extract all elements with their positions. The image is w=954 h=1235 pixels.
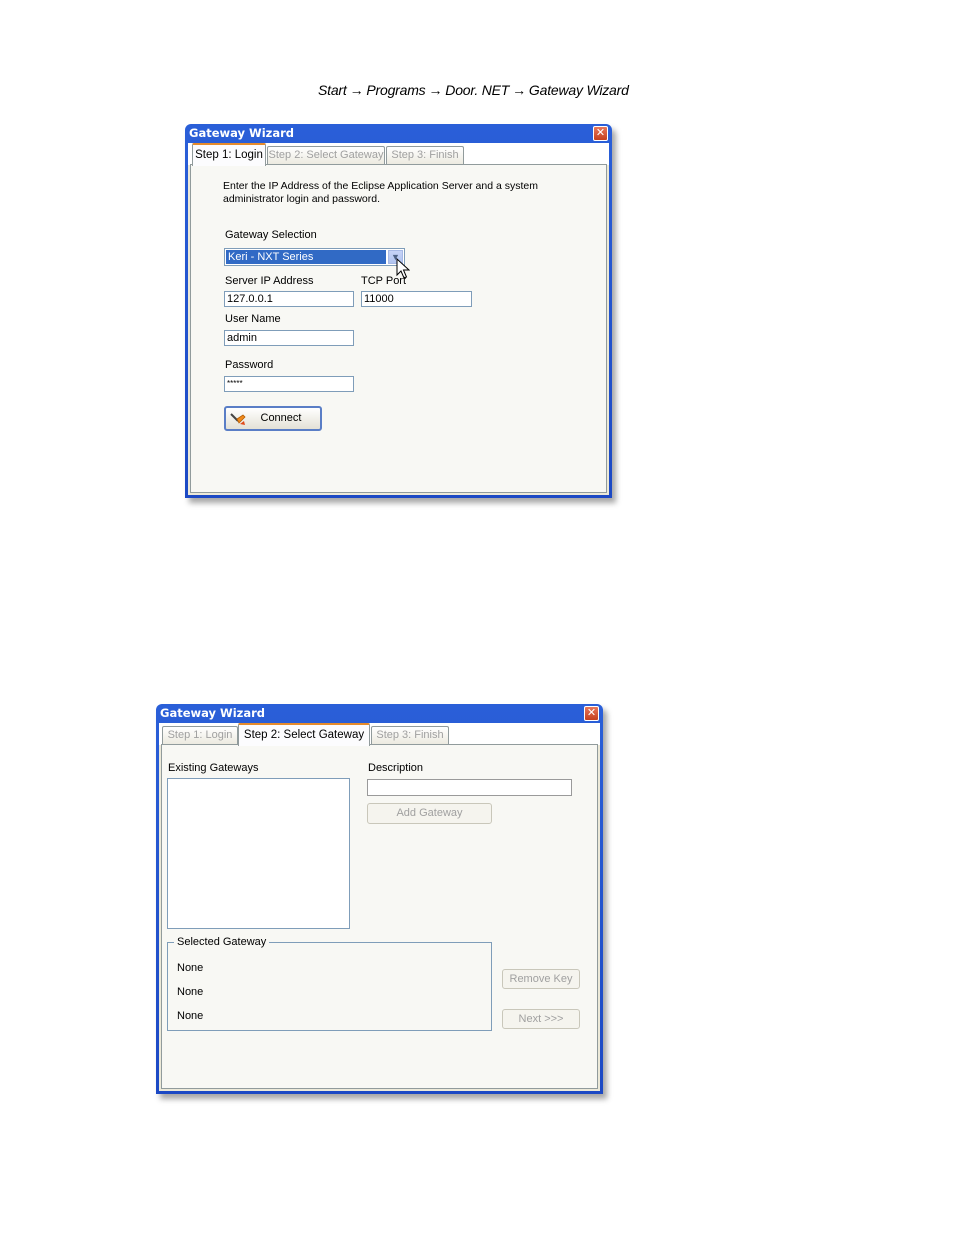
existing-gateways-list[interactable] bbox=[167, 778, 350, 929]
window-titlebar[interactable]: Gateway Wizard ✕ bbox=[188, 124, 609, 143]
selected-gateway-line-3: None bbox=[177, 1010, 204, 1022]
close-icon[interactable]: ✕ bbox=[584, 706, 599, 721]
description-label: Description bbox=[368, 762, 424, 774]
path-gateway-wizard: Gateway Wizard bbox=[528, 82, 629, 98]
gateway-wizard-login-window: Gateway Wizard ✕ Step 1: Login Step 2: S… bbox=[185, 124, 612, 498]
window-title: Gateway Wizard bbox=[160, 706, 266, 720]
tab-page-login: Enter the IP Address of the Eclipse Appl… bbox=[190, 164, 607, 493]
tcp-port-input[interactable] bbox=[361, 291, 472, 307]
tab-step1-login[interactable]: Step 1: Login bbox=[162, 726, 238, 744]
connect-button-label: Connect bbox=[260, 412, 302, 424]
remove-key-button[interactable]: Remove Key bbox=[502, 969, 580, 989]
server-ip-input[interactable] bbox=[224, 291, 354, 307]
tcp-port-label: TCP Port bbox=[361, 275, 407, 287]
server-ip-label: Server IP Address bbox=[225, 275, 314, 287]
tab-page-select-gateway: Existing Gateways Description Add Gatewa… bbox=[161, 744, 598, 1089]
window-client: Step 1: Login Step 2: Select Gateway Ste… bbox=[159, 723, 600, 1091]
connect-button[interactable]: Connect bbox=[224, 406, 322, 431]
next-button[interactable]: Next >>> bbox=[502, 1009, 580, 1029]
username-input[interactable] bbox=[224, 330, 354, 346]
password-input[interactable] bbox=[224, 376, 354, 392]
description-input[interactable] bbox=[367, 779, 572, 796]
gateway-selection-dropdown[interactable]: Keri - NXT Series ▼ bbox=[224, 248, 405, 266]
path-doornet: Door. NET bbox=[445, 82, 510, 98]
arrow-right-icon: → bbox=[428, 82, 443, 98]
existing-gateways-label: Existing Gateways bbox=[168, 762, 259, 774]
path-start: Start bbox=[318, 82, 347, 98]
gateway-selection-label: Gateway Selection bbox=[225, 229, 317, 241]
username-label: User Name bbox=[225, 313, 281, 325]
tab-step2-select-gateway[interactable]: Step 2: Select Gateway bbox=[238, 723, 370, 746]
tab-step2-select-gateway[interactable]: Step 2: Select Gateway bbox=[267, 146, 385, 164]
tab-step3-finish[interactable]: Step 3: Finish bbox=[386, 146, 464, 164]
arrow-right-icon: → bbox=[349, 82, 364, 98]
navigation-path: Start → Programs → Door. NET → Gateway Wizard bbox=[318, 82, 629, 98]
selected-gateway-group: Selected Gateway None None None bbox=[167, 936, 492, 1031]
close-icon[interactable]: ✕ bbox=[593, 126, 608, 141]
tab-strip: Step 1: Login Step 2: Select Gateway Ste… bbox=[159, 723, 600, 746]
tab-step3-finish[interactable]: Step 3: Finish bbox=[371, 726, 449, 744]
gateway-wizard-select-window: Gateway Wizard ✕ Step 1: Login Step 2: S… bbox=[156, 704, 603, 1094]
gateway-selection-value: Keri - NXT Series bbox=[226, 250, 386, 264]
add-gateway-button[interactable]: Add Gateway bbox=[367, 803, 492, 824]
intro-text: Enter the IP Address of the Eclipse Appl… bbox=[223, 180, 538, 205]
arrow-right-icon: → bbox=[512, 82, 526, 98]
tab-strip: Step 1: Login Step 2: Select Gateway Ste… bbox=[188, 143, 609, 166]
window-title: Gateway Wizard bbox=[189, 126, 295, 140]
tab-step1-login[interactable]: Step 1: Login bbox=[192, 143, 266, 166]
selected-gateway-label: Selected Gateway bbox=[174, 936, 270, 948]
password-label: Password bbox=[225, 359, 274, 371]
selected-gateway-line-2: None bbox=[177, 986, 204, 998]
selected-gateway-line-1: None bbox=[177, 962, 204, 974]
connect-plug-icon bbox=[230, 413, 246, 425]
window-client: Step 1: Login Step 2: Select Gateway Ste… bbox=[188, 143, 609, 495]
path-programs: Programs bbox=[366, 82, 426, 98]
window-titlebar[interactable]: Gateway Wizard ✕ bbox=[159, 704, 600, 723]
